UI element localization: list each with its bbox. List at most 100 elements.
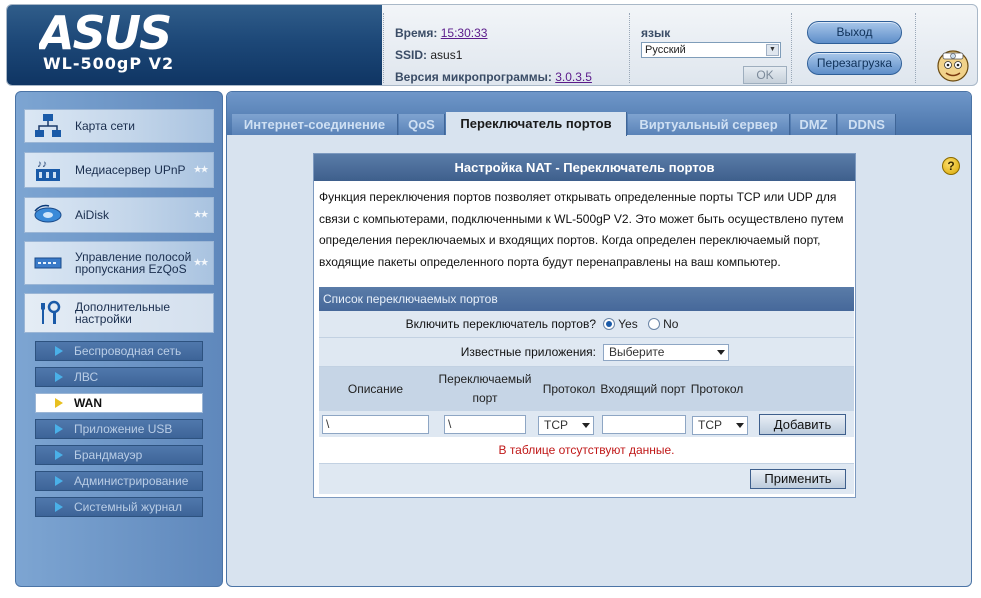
- language-select[interactable]: Русский ▼: [641, 42, 781, 58]
- submenu-item-lan[interactable]: ЛВС: [35, 367, 203, 387]
- tab-port-trigger[interactable]: Переключатель портов: [446, 112, 627, 136]
- time-value[interactable]: 15:30:33: [441, 26, 488, 40]
- submenu-label: Беспроводная сеть: [74, 344, 182, 358]
- tab-dmz[interactable]: DMZ: [791, 114, 837, 135]
- header-divider: [383, 13, 384, 83]
- radio-yes-label: Yes: [618, 317, 638, 331]
- logout-button[interactable]: Выход: [807, 21, 902, 44]
- header-divider: [629, 13, 630, 83]
- empty-table-message: В таблице отсутствуют данные.: [319, 437, 854, 464]
- svg-text:ASUS: ASUS: [39, 11, 170, 55]
- firmware-label: Версия микропрограммы:: [395, 70, 552, 84]
- col-trigger-port: Переключаемый порт: [438, 372, 532, 405]
- menu-item-aidisk[interactable]: AiDisk ★★: [24, 197, 214, 233]
- tab-virtual-server[interactable]: Виртуальный сервер: [628, 114, 790, 135]
- submenu-item-firewall[interactable]: Брандмауэр: [35, 445, 203, 465]
- protocol-selected: TCP: [544, 418, 568, 432]
- language-ok-button[interactable]: OK: [743, 66, 787, 84]
- submenu-label: WAN: [74, 396, 102, 410]
- svg-text:♪♪: ♪♪: [37, 159, 47, 170]
- enable-label: Включить переключатель портов?: [405, 317, 596, 331]
- language-label: язык: [641, 26, 671, 40]
- menu-label: Дополнительные настройки: [75, 300, 170, 326]
- enable-radio-group: Yes No: [603, 317, 678, 331]
- chevron-down-icon: [717, 350, 725, 355]
- status-info: Время: 15:30:33 SSID: asus1 Версия микро…: [395, 22, 592, 88]
- chevron-down-icon: [736, 423, 744, 428]
- apply-button[interactable]: Применить: [750, 469, 846, 489]
- asus-logo: ASUS: [39, 11, 172, 55]
- media-server-icon: ♪♪: [36, 159, 60, 181]
- submenu-label: Администрирование: [74, 474, 189, 488]
- bandwidth-icon: [34, 257, 62, 269]
- known-apps-select[interactable]: Выберите: [603, 344, 729, 361]
- tab-bar: Интернет-соединение QoS Переключатель по…: [227, 92, 971, 136]
- brand-block: ASUS WL-500gP V2: [7, 5, 382, 85]
- col-incoming-port: Входящий порт: [600, 381, 686, 396]
- protocol-2-select[interactable]: TCP: [692, 416, 748, 435]
- menu-label: Управление полосой пропускания EzQoS: [75, 250, 192, 276]
- column-headers: Описание Переключаемый порт Протокол Вхо…: [319, 367, 854, 411]
- entry-input-row: \ \ TCP TCP Добавить: [319, 411, 854, 437]
- col-protocol-2: Протокол: [690, 381, 744, 396]
- sidebar: Карта сети ♪♪ Медиасервер UPnP ★★ AiDisk…: [15, 91, 223, 587]
- chevron-down-icon: [582, 423, 590, 428]
- menu-item-network-map[interactable]: Карта сети: [24, 109, 214, 143]
- play-arrow-icon: [55, 372, 63, 382]
- header-divider: [791, 13, 792, 83]
- dropdown-arrow-icon: ▼: [766, 44, 779, 56]
- menu-item-upnp-media-server[interactable]: ♪♪ Медиасервер UPnP ★★: [24, 152, 214, 188]
- ssid-value: asus1: [430, 48, 463, 62]
- ssid-label: SSID:: [395, 48, 428, 62]
- submenu-item-usb-app[interactable]: Приложение USB: [35, 419, 203, 439]
- play-arrow-icon: [55, 450, 63, 460]
- enable-row: Включить переключатель портов? Yes No: [319, 311, 854, 338]
- play-arrow-icon: [55, 424, 63, 434]
- play-arrow-icon: [55, 346, 63, 356]
- submenu-label: ЛВС: [74, 370, 99, 384]
- col-description: Описание: [347, 381, 404, 396]
- play-arrow-icon: [55, 476, 63, 486]
- radio-no-label: No: [663, 317, 679, 331]
- main-content: Интернет-соединение QoS Переключатель по…: [226, 91, 972, 587]
- panel-description: Функция переключения портов позволяет от…: [319, 190, 844, 269]
- submenu-item-wireless[interactable]: Беспроводная сеть: [35, 341, 203, 361]
- doctor-mascot-icon: [937, 50, 969, 82]
- submenu-label: Приложение USB: [74, 422, 173, 436]
- submenu-label: Системный журнал: [74, 500, 182, 514]
- top-header: ASUS WL-500gP V2 Время: 15:30:33 SSID: a…: [6, 4, 978, 86]
- menu-label: Карта сети: [75, 119, 135, 133]
- incoming-port-input[interactable]: [602, 415, 686, 434]
- help-icon[interactable]: ?: [942, 157, 960, 175]
- header-divider: [915, 13, 916, 83]
- language-selected: Русский: [645, 44, 686, 56]
- sparkle-icon: ★★: [193, 164, 209, 176]
- time-label: Время:: [395, 26, 438, 40]
- submenu-item-administration[interactable]: Администрирование: [35, 471, 203, 491]
- protocol-select[interactable]: TCP: [538, 416, 594, 435]
- tab-ddns[interactable]: DDNS: [838, 114, 896, 135]
- firmware-version-link[interactable]: 3.0.3.5: [555, 70, 592, 84]
- menu-item-ezqos[interactable]: Управление полосой пропускания EzQoS ★★: [24, 241, 214, 285]
- model-name: WL-500gP V2: [43, 54, 175, 73]
- sparkle-icon: ★★: [193, 257, 209, 269]
- tab-qos[interactable]: QoS: [399, 114, 445, 135]
- reboot-button[interactable]: Перезагрузка: [807, 52, 902, 75]
- known-apps-selected: Выберите: [609, 345, 665, 359]
- radio-no[interactable]: [647, 318, 660, 330]
- trigger-port-input[interactable]: \: [444, 415, 526, 434]
- panel-title: Настройка NAT - Переключатель портов: [314, 154, 855, 181]
- menu-label: AiDisk: [75, 208, 110, 222]
- menu-label: Медиасервер UPnP: [75, 163, 186, 177]
- description-input[interactable]: \: [322, 415, 429, 434]
- add-button[interactable]: Добавить: [759, 414, 846, 435]
- menu-item-advanced-settings[interactable]: Дополнительные настройки: [24, 293, 214, 333]
- submenu-item-system-log[interactable]: Системный журнал: [35, 497, 203, 517]
- submenu-item-wan[interactable]: WAN: [35, 393, 203, 413]
- network-map-icon: [35, 114, 61, 137]
- radio-yes[interactable]: [603, 318, 615, 330]
- play-arrow-icon: [55, 398, 63, 408]
- tab-internet-connection[interactable]: Интернет-соединение: [232, 114, 398, 135]
- play-arrow-icon: [55, 502, 63, 512]
- aidisk-icon: [34, 204, 62, 223]
